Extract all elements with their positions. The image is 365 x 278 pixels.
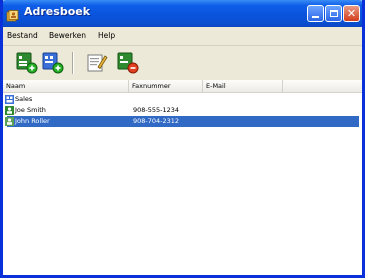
contact-icon xyxy=(5,117,14,126)
list-item-joe-smith[interactable]: Joe Smith 908-555-1234 xyxy=(3,105,362,116)
close-icon: ✕ xyxy=(346,7,357,20)
new-group-button[interactable] xyxy=(41,52,65,74)
close-button[interactable]: ✕ xyxy=(343,5,360,22)
minimize-button[interactable] xyxy=(307,5,324,22)
minimize-icon xyxy=(312,16,319,18)
column-header-faxnummer[interactable]: Faxnummer xyxy=(129,80,203,92)
column-header-naam[interactable]: Naam xyxy=(3,80,129,92)
address-book-window: Adresboek ✕ Bestand Bewerken Help Naam F… xyxy=(0,0,365,278)
row-fax: 908-704-2312 xyxy=(133,117,180,125)
menu-bewerken[interactable]: Bewerken xyxy=(49,31,86,40)
delete-icon xyxy=(117,52,139,74)
address-book-icon xyxy=(6,7,20,22)
new-contact-icon xyxy=(16,52,38,74)
list-header: Naam Faxnummer E-Mail xyxy=(3,80,362,93)
contact-icon xyxy=(5,106,14,115)
new-contact-button[interactable] xyxy=(15,52,39,74)
list-item-john-roller[interactable]: John Roller 908-704-2312 xyxy=(5,116,359,127)
row-fax: 908-555-1234 xyxy=(133,106,180,114)
maximize-button[interactable] xyxy=(325,5,342,22)
menu-bar: Bestand Bewerken Help xyxy=(3,27,362,45)
edit-icon xyxy=(87,54,108,72)
column-header-email[interactable]: E-Mail xyxy=(203,80,283,92)
window-title: Adresboek xyxy=(24,5,91,18)
edit-button[interactable] xyxy=(85,52,109,74)
maximize-icon xyxy=(329,10,338,17)
contact-list[interactable]: Naam Faxnummer E-Mail Sales Joe Smith 90… xyxy=(3,80,362,275)
menu-help[interactable]: Help xyxy=(98,31,115,40)
new-group-icon xyxy=(42,52,64,74)
row-name: Sales xyxy=(15,95,33,103)
row-name: Joe Smith xyxy=(15,106,46,114)
delete-button[interactable] xyxy=(116,52,140,74)
toolbar xyxy=(3,45,362,81)
row-name: John Roller xyxy=(15,117,50,125)
title-bar[interactable]: Adresboek ✕ xyxy=(3,0,362,27)
toolbar-separator xyxy=(72,52,74,74)
menu-bestand[interactable]: Bestand xyxy=(7,31,38,40)
list-item-sales[interactable]: Sales xyxy=(3,94,362,105)
group-icon xyxy=(5,95,14,104)
